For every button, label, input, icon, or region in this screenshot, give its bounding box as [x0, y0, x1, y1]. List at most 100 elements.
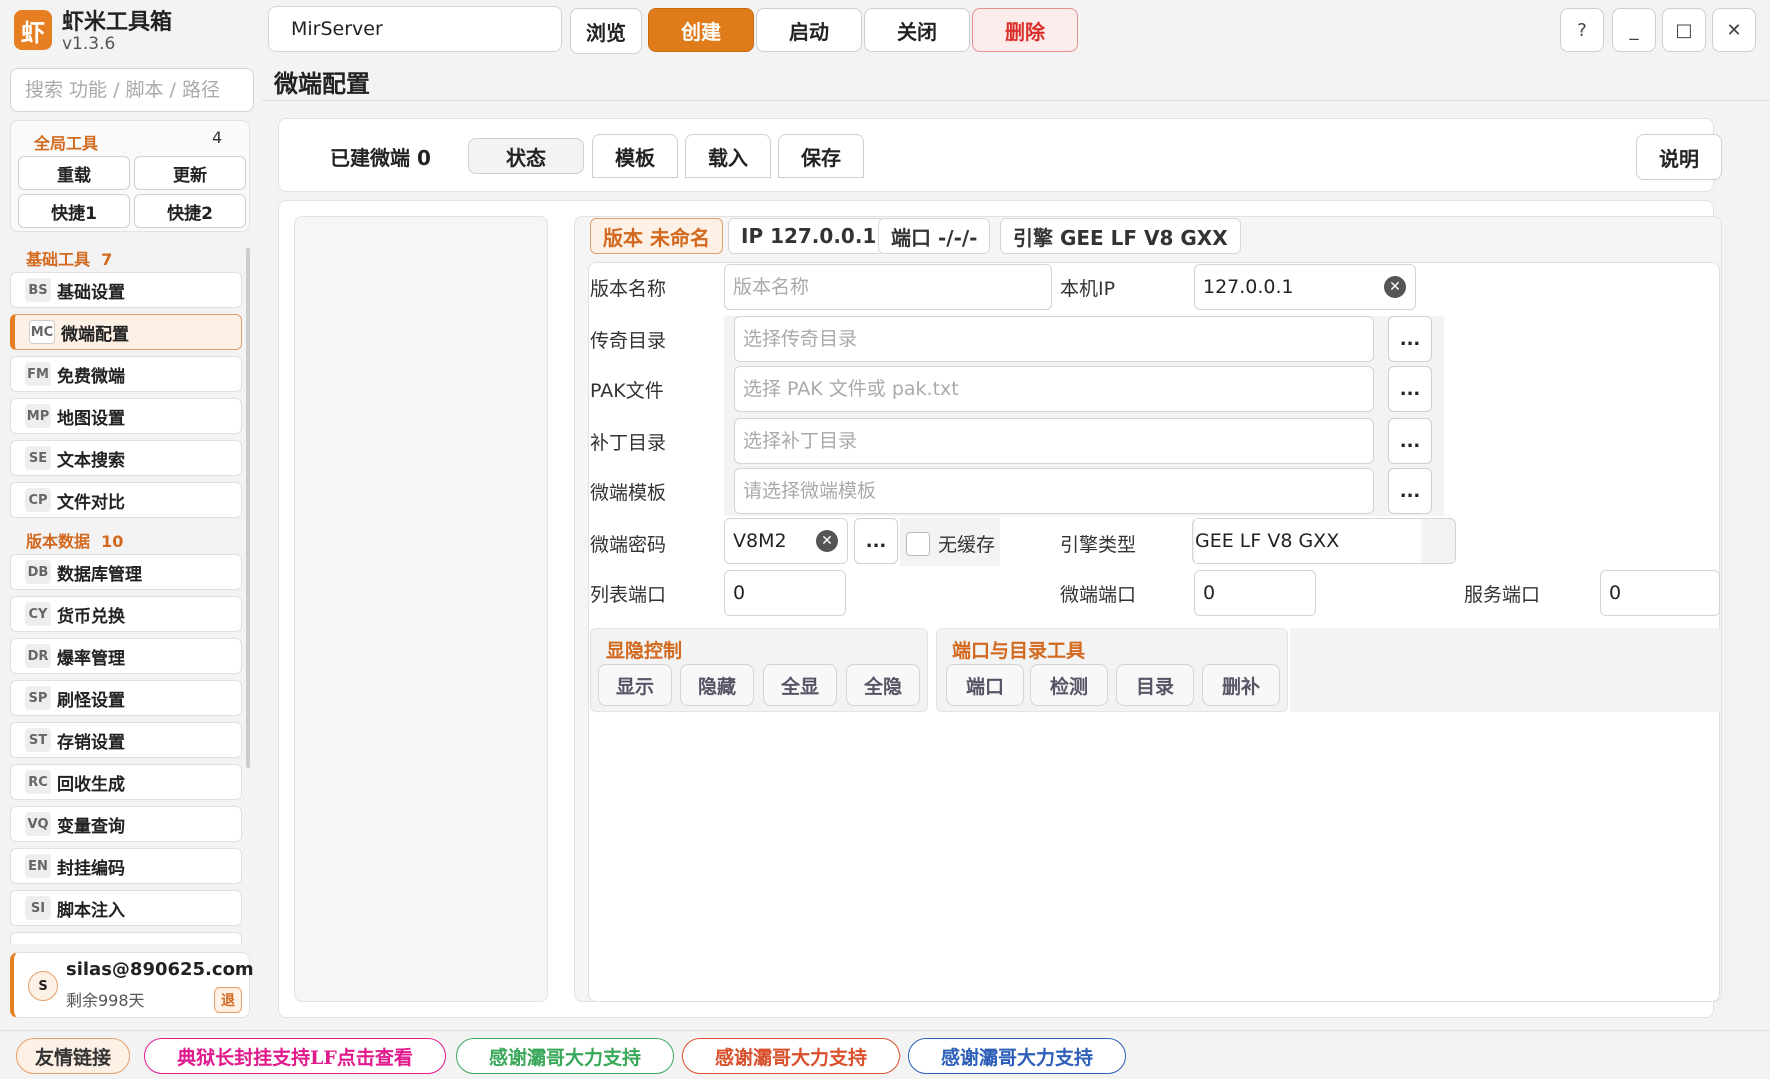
- sidebar-item-bs[interactable]: BS 基础设置: [10, 272, 242, 308]
- local-ip-input[interactable]: [1194, 264, 1416, 310]
- patch-dir-input[interactable]: [734, 418, 1374, 464]
- user-days-remaining: 剩余998天: [66, 991, 145, 1010]
- sidebar-item-mc[interactable]: MC 微端配置: [10, 314, 242, 350]
- dir-button[interactable]: 目录: [1116, 664, 1194, 706]
- footer-link-2[interactable]: 感谢灞哥大力支持: [456, 1038, 674, 1074]
- footer-link-3[interactable]: 感谢灞哥大力支持: [682, 1038, 900, 1074]
- sidebar-item-cy[interactable]: CY 货币兑换: [10, 596, 242, 632]
- help-icon[interactable]: ?: [1560, 8, 1604, 52]
- version-chip: 版本 未命名: [590, 218, 723, 254]
- password-more-button[interactable]: ...: [854, 518, 898, 564]
- port-chip: 端口 -/-/-: [878, 218, 991, 254]
- local-ip-label: 本机IP: [1060, 278, 1116, 300]
- sidebar-item-st[interactable]: ST 存销设置: [10, 722, 242, 758]
- sidebar-item-rc[interactable]: RC 回收生成: [10, 764, 242, 800]
- patch-dir-browse-button[interactable]: ...: [1388, 418, 1432, 464]
- sidebar-item-vq[interactable]: VQ 变量查询: [10, 806, 242, 842]
- logout-button[interactable]: 退: [214, 987, 242, 1013]
- friend-links-button[interactable]: 友情链接: [16, 1038, 130, 1074]
- shortcut2-button[interactable]: 快捷2: [134, 194, 246, 228]
- version-name-input[interactable]: [724, 264, 1052, 310]
- template-input[interactable]: [734, 468, 1374, 514]
- template-label: 微端模板: [590, 482, 667, 504]
- legend-dir-input[interactable]: [734, 316, 1374, 362]
- pak-browse-button[interactable]: ...: [1388, 366, 1432, 412]
- delete-button[interactable]: 删除: [972, 8, 1078, 52]
- tab-load[interactable]: 载入: [685, 134, 771, 178]
- clear-icon[interactable]: ✕: [1384, 276, 1406, 298]
- sidebar-item-cp[interactable]: CP 文件对比: [10, 482, 242, 518]
- sidebar-item-sp[interactable]: SP 刷怪设置: [10, 680, 242, 716]
- create-button[interactable]: 创建: [648, 8, 754, 52]
- sidebar-item-db[interactable]: DB 数据库管理: [10, 554, 242, 590]
- pak-input[interactable]: [734, 366, 1374, 412]
- basic-tools-title: 基础工具 7: [26, 250, 113, 269]
- list-port-input[interactable]: [724, 570, 846, 616]
- engine-type-value: GEE LF V8 GXX: [1195, 519, 1421, 563]
- version-data-title: 版本数据 10: [26, 532, 124, 551]
- legend-dir-browse-button[interactable]: ...: [1388, 316, 1432, 362]
- tab-template[interactable]: 模板: [592, 134, 678, 178]
- footer-link-4[interactable]: 感谢灞哥大力支持: [908, 1038, 1126, 1074]
- delete-patch-button[interactable]: 删补: [1202, 664, 1280, 706]
- micro-client-list[interactable]: [294, 216, 548, 1002]
- footer-link-1[interactable]: 典狱长封挂支持LF点击查看: [144, 1038, 446, 1074]
- reload-button[interactable]: 重载: [18, 156, 130, 190]
- sidebar-item-label: 封挂编码: [57, 858, 125, 879]
- status-button[interactable]: 状态: [468, 138, 584, 174]
- sidebar-item-label: 变量查询: [57, 816, 125, 837]
- sidebar-item-si[interactable]: SI 脚本注入: [10, 890, 242, 926]
- template-browse-button[interactable]: ...: [1388, 468, 1432, 514]
- divider: [262, 100, 1770, 101]
- micro-port-input[interactable]: [1194, 570, 1316, 616]
- minimize-icon[interactable]: _: [1612, 8, 1656, 52]
- sidebar-item-en[interactable]: EN 封挂编码: [10, 848, 242, 884]
- item-code: FM: [25, 362, 51, 386]
- built-count-label: 已建微端 0: [330, 146, 431, 170]
- maximize-icon[interactable]: □: [1662, 8, 1706, 52]
- service-port-input[interactable]: [1600, 570, 1720, 616]
- tab-save[interactable]: 保存: [778, 134, 864, 178]
- close-window-icon[interactable]: ✕: [1712, 8, 1756, 52]
- sidebar-item-fm[interactable]: FM 免费微端: [10, 356, 242, 392]
- search-input[interactable]: [10, 68, 254, 112]
- app-logo: 虾: [14, 10, 52, 50]
- close-button[interactable]: 关闭: [864, 8, 970, 52]
- sidebar-item-label: 爆率管理: [57, 648, 125, 669]
- global-tools-title: 全局工具: [34, 134, 99, 153]
- clear-icon[interactable]: ✕: [816, 530, 838, 552]
- no-cache-checkbox[interactable]: [906, 532, 930, 556]
- show-button[interactable]: 显示: [598, 664, 672, 706]
- no-cache-label: 无缓存: [938, 534, 996, 556]
- legend-dir-label: 传奇目录: [590, 330, 667, 352]
- item-code: SP: [25, 686, 51, 710]
- item-code: ST: [25, 728, 51, 752]
- port-button[interactable]: 端口: [946, 664, 1024, 706]
- hide-all-button[interactable]: 全隐: [846, 664, 920, 706]
- sidebar-item-label: 文本搜索: [57, 450, 125, 471]
- show-all-button[interactable]: 全显: [763, 664, 837, 706]
- item-code: EN: [25, 854, 51, 878]
- server-path-input[interactable]: [268, 6, 562, 52]
- hide-button[interactable]: 隐藏: [680, 664, 754, 706]
- detect-button[interactable]: 检测: [1030, 664, 1108, 706]
- start-button[interactable]: 启动: [756, 8, 862, 52]
- item-code: RC: [25, 770, 51, 794]
- sidebar-item-label: 脚本注入: [57, 900, 125, 921]
- tool-strip: [1290, 628, 1720, 712]
- sidebar-item-mp[interactable]: MP 地图设置: [10, 398, 242, 434]
- sidebar-item-label: 基础设置: [57, 282, 125, 303]
- browse-button[interactable]: 浏览: [570, 8, 642, 54]
- explain-button[interactable]: 说明: [1636, 134, 1722, 180]
- sidebar-item-dr[interactable]: DR 爆率管理: [10, 638, 242, 674]
- shortcut1-button[interactable]: 快捷1: [18, 194, 130, 228]
- item-code: DB: [25, 560, 51, 584]
- update-button[interactable]: 更新: [134, 156, 246, 190]
- engine-type-select[interactable]: GEE LF V8 GXX: [1192, 518, 1456, 564]
- sidebar-item-se[interactable]: SE 文本搜索: [10, 440, 242, 476]
- ip-chip: IP 127.0.0.1: [728, 218, 890, 254]
- sidebar-scrollbar[interactable]: [246, 248, 250, 768]
- sidebar-item-label: 文件对比: [57, 492, 125, 513]
- patch-dir-label: 补丁目录: [590, 432, 667, 454]
- visibility-title: 显隐控制: [606, 640, 683, 662]
